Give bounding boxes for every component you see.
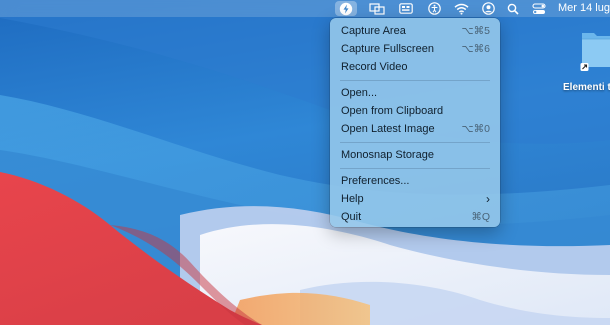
monosnap-storage-label: Monosnap Storage	[341, 149, 434, 161]
menu-separator	[340, 141, 490, 143]
folder-label: Elementi t	[563, 82, 610, 93]
menu-separator	[340, 167, 490, 169]
quit-shortcut: ⌘Q	[471, 211, 490, 223]
user-icon[interactable]	[477, 1, 499, 16]
record-video-label: Record Video	[341, 61, 408, 73]
capture-area-shortcut: ⌥⌘5	[461, 25, 490, 37]
monosnap-icon[interactable]	[335, 1, 357, 16]
preferences-label: Preferences...	[341, 175, 410, 187]
open-latest-image-shortcut: ⌥⌘0	[461, 123, 490, 135]
capture-area-label: Capture Area	[341, 25, 406, 37]
capture-fullscreen-item[interactable]: Capture Fullscreen ⌥⌘6	[330, 40, 500, 58]
open-item[interactable]: Open...	[330, 84, 500, 102]
chevron-right-icon: ›	[486, 192, 490, 206]
help-label: Help	[341, 193, 364, 205]
screens-icon[interactable]	[366, 1, 388, 16]
help-item[interactable]: Help ›	[330, 190, 500, 208]
capture-fullscreen-shortcut: ⌥⌘6	[461, 43, 490, 55]
wallpaper	[0, 0, 610, 325]
menu-bar-clock[interactable]: Mer 14 lug	[558, 1, 610, 16]
record-video-item[interactable]: Record Video	[330, 58, 500, 76]
capture-fullscreen-label: Capture Fullscreen	[341, 43, 434, 55]
preferences-item[interactable]: Preferences...	[330, 172, 500, 190]
capture-area-item[interactable]: Capture Area ⌥⌘5	[330, 22, 500, 40]
open-latest-image-label: Open Latest Image	[341, 123, 435, 135]
monosnap-menu: Capture Area ⌥⌘5 Capture Fullscreen ⌥⌘6 …	[330, 18, 500, 227]
open-label: Open...	[341, 87, 378, 99]
open-from-clipboard-label: Open from Clipboard	[341, 105, 444, 117]
desktop: Mer 14 lug Elementi t Capture Area ⌥⌘5 C…	[0, 0, 610, 325]
accessibility-icon[interactable]	[423, 1, 445, 16]
monosnap-storage-item[interactable]: Monosnap Storage	[330, 146, 500, 164]
menu-separator	[340, 79, 490, 81]
spotlight-search-icon[interactable]	[502, 1, 524, 16]
control-center-icon[interactable]	[528, 1, 550, 16]
menu-bar: Mer 14 lug	[0, 0, 610, 17]
input-menu-icon[interactable]	[395, 1, 417, 16]
open-from-clipboard-item[interactable]: Open from Clipboard	[330, 102, 500, 120]
wifi-icon[interactable]	[450, 1, 472, 16]
folder-icon[interactable]	[580, 27, 610, 73]
open-latest-image-item[interactable]: Open Latest Image ⌥⌘0	[330, 120, 500, 138]
quit-item[interactable]: Quit ⌘Q	[330, 208, 500, 226]
quit-label: Quit	[341, 211, 362, 223]
